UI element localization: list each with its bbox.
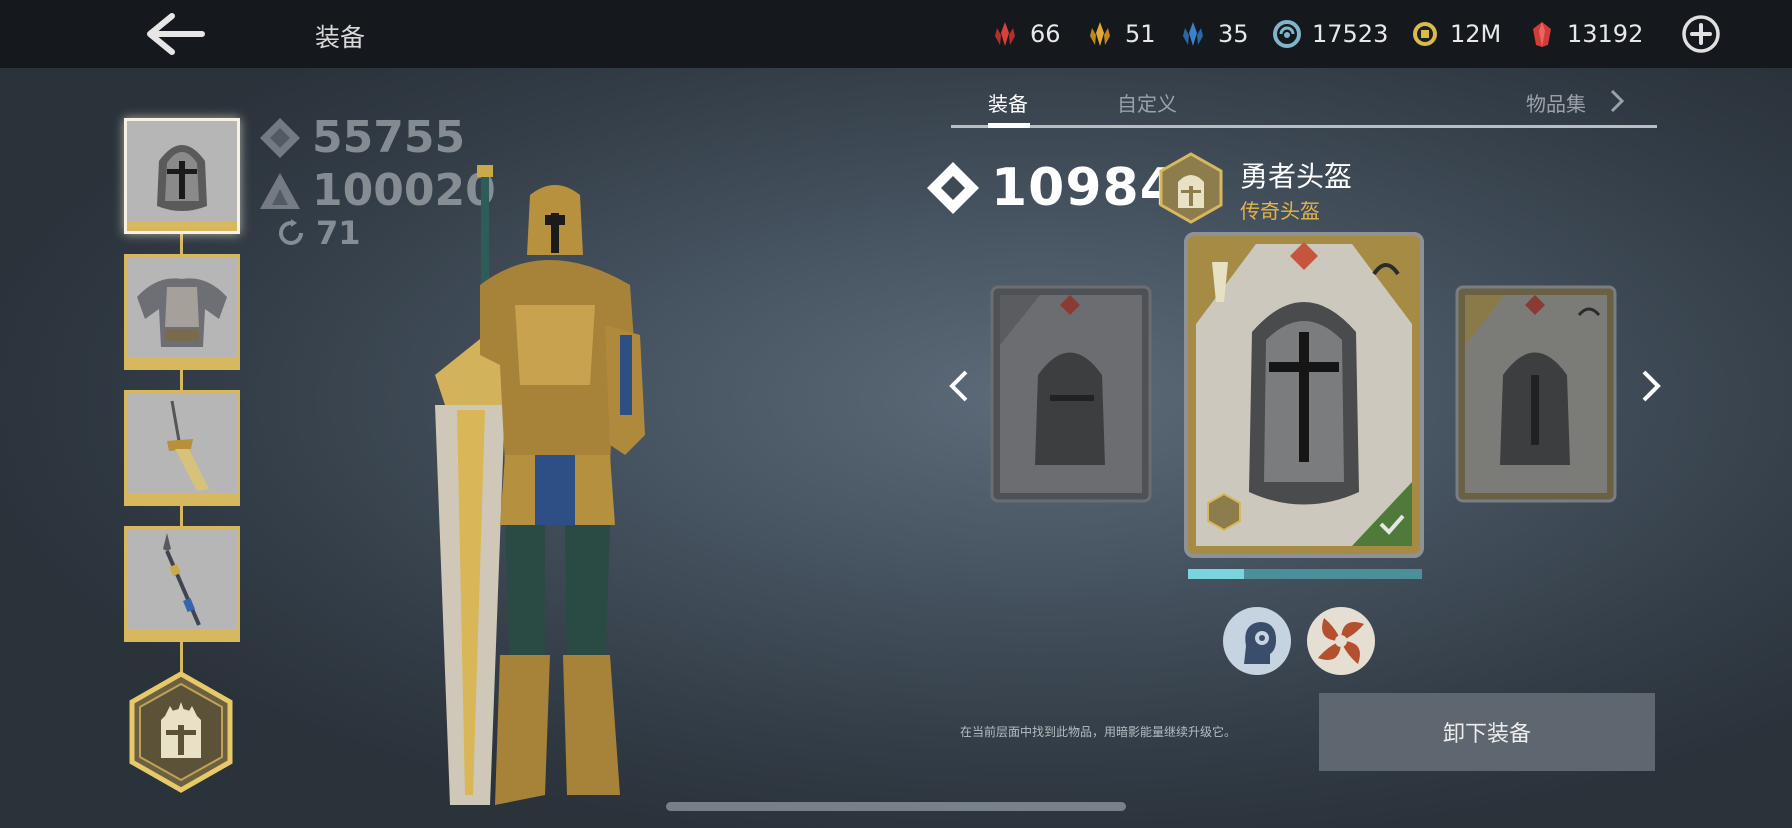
chevron-left-icon[interactable] bbox=[946, 368, 974, 404]
power-diamond-icon bbox=[927, 162, 979, 214]
upgrade-hint: 在当前层面中找到此物品，用暗影能量继续升级它。 bbox=[960, 725, 1237, 739]
tab-divider bbox=[951, 125, 1657, 128]
home-indicator bbox=[666, 802, 1126, 811]
helmet-card-art bbox=[1184, 232, 1424, 558]
tab-collection[interactable]: 物品集 bbox=[1526, 88, 1586, 117]
currency-gold-crystal[interactable]: 51 bbox=[1085, 14, 1156, 54]
tab-active-indicator bbox=[988, 123, 1030, 128]
shadow-energy-icon bbox=[1273, 20, 1301, 48]
chevron-right-icon[interactable] bbox=[1636, 368, 1664, 404]
currency-ruby-value: 13192 bbox=[1567, 20, 1644, 48]
currency-coin[interactable]: 12M bbox=[1410, 14, 1501, 54]
slot-connector bbox=[180, 370, 183, 392]
currency-red-crystal[interactable]: 66 bbox=[990, 14, 1061, 54]
helmet-card-art bbox=[1455, 285, 1617, 503]
swirl-perk-icon[interactable] bbox=[1306, 606, 1376, 676]
plus-circle-icon[interactable] bbox=[1681, 14, 1721, 54]
item-rarity: 传奇头盔 bbox=[1240, 199, 1320, 223]
helmet-icon bbox=[157, 145, 207, 211]
armor-icon bbox=[137, 278, 227, 347]
spear-slot[interactable] bbox=[124, 526, 240, 642]
tab-equipment[interactable]: 装备 bbox=[988, 88, 1028, 117]
currency-shadow-value: 17523 bbox=[1312, 20, 1389, 48]
upgrade-progress-fill bbox=[1188, 569, 1244, 579]
currency-ruby-gem[interactable]: 13192 bbox=[1527, 14, 1643, 54]
currency-shadow-energy[interactable]: 17523 bbox=[1272, 14, 1388, 54]
item-power-value: 10984 bbox=[991, 158, 1177, 218]
item-card-previous[interactable] bbox=[990, 285, 1152, 503]
item-card-selected[interactable] bbox=[1184, 232, 1424, 558]
currency-coin-value: 12M bbox=[1450, 20, 1502, 48]
red-crystal-icon bbox=[995, 22, 1015, 46]
armor-slot[interactable] bbox=[124, 254, 240, 370]
currency-blue-crystal[interactable]: 35 bbox=[1178, 14, 1249, 54]
item-card-next[interactable] bbox=[1455, 285, 1617, 503]
sword-slot[interactable] bbox=[124, 390, 240, 506]
helmet-slot[interactable] bbox=[124, 118, 240, 234]
slot-bar bbox=[127, 629, 237, 639]
sword-icon bbox=[167, 400, 209, 491]
ruby-gem-icon bbox=[1533, 22, 1551, 47]
attack-triangle-icon bbox=[260, 172, 300, 209]
tab-customize[interactable]: 自定义 bbox=[1117, 88, 1177, 117]
knight-hero-model bbox=[435, 165, 645, 805]
item-power: 10984 bbox=[925, 158, 1177, 218]
level-cycle-icon bbox=[279, 219, 303, 245]
level-stat: 71 bbox=[276, 214, 361, 252]
helmet-card-art bbox=[990, 285, 1152, 503]
top-bar: 装备 66 51 35 17523 12M 13192 bbox=[0, 0, 1792, 68]
currency-blue-value: 35 bbox=[1218, 20, 1249, 48]
item-name: 勇者头盔 bbox=[1240, 160, 1353, 193]
slot-bar bbox=[127, 357, 237, 367]
coin-icon bbox=[1413, 22, 1437, 46]
level-value: 71 bbox=[316, 214, 361, 252]
shadow-head-perk-icon[interactable] bbox=[1222, 606, 1292, 676]
gold-crystal-icon bbox=[1090, 22, 1110, 46]
currency-red-value: 66 bbox=[1030, 20, 1061, 48]
blue-crystal-icon bbox=[1183, 22, 1203, 46]
page-title: 装备 bbox=[315, 23, 366, 52]
slot-connector bbox=[180, 506, 183, 528]
helmet-category-icon bbox=[1159, 152, 1223, 224]
power-diamond-icon bbox=[260, 117, 300, 158]
slot-connector bbox=[180, 234, 183, 256]
currency-gold-value: 51 bbox=[1125, 20, 1156, 48]
hero-emblem-badge[interactable] bbox=[126, 670, 236, 794]
slot-bar bbox=[127, 221, 237, 231]
back-arrow-icon[interactable] bbox=[144, 12, 208, 56]
slot-bar bbox=[127, 493, 237, 503]
chevron-right-icon[interactable] bbox=[1607, 88, 1627, 114]
spear-icon bbox=[163, 533, 201, 626]
unequip-button[interactable]: 卸下装备 bbox=[1319, 693, 1655, 771]
